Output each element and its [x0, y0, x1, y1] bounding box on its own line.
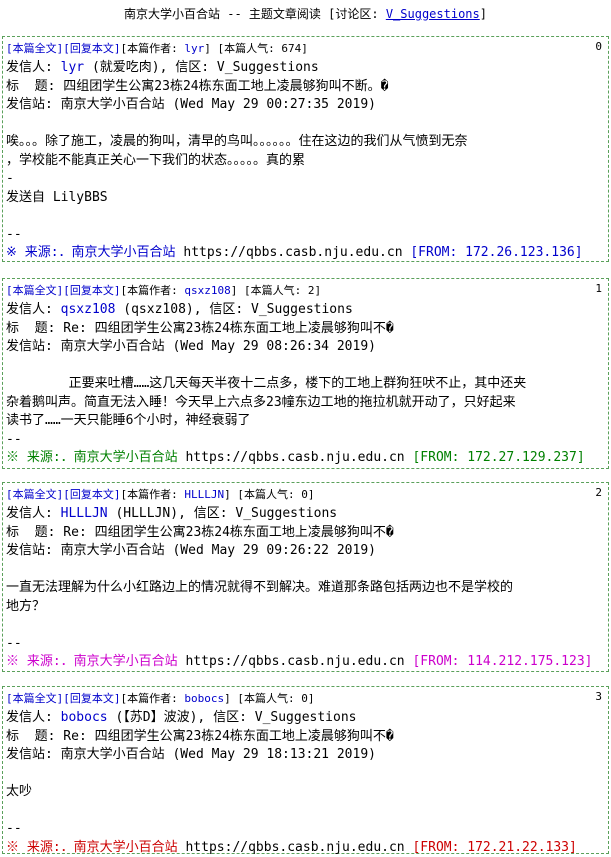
- post-title: 标 题: Re: 四组团学生公寓23栋24栋东面工地上凌晨够狗叫不�: [6, 524, 394, 540]
- sender-id-link[interactable]: lyr: [61, 60, 84, 75]
- post-body: 发信人: bobocs (【苏D】波波), 信区: V_Suggestions …: [6, 709, 602, 857]
- author-link[interactable]: bobocs: [184, 692, 224, 705]
- post-body: 发信人: HLLLJN (HLLLJN), 信区: V_Suggestions …: [6, 505, 602, 672]
- page-title-bar: 南京大学小百合站 -- 主题文章阅读 [讨论区: V_Suggestions]: [0, 0, 611, 28]
- source-url: https://qbbs.casb.nju.edu.cn: [183, 245, 403, 260]
- author-link[interactable]: qsxz108: [184, 284, 230, 297]
- post-station: 发信站: 南京大学小百合站 (Wed May 29 00:27:35 2019): [6, 97, 376, 112]
- author-label: [本篇作者:: [120, 284, 185, 297]
- popularity-count: 0: [301, 692, 308, 705]
- sender-info: (HLLLJN), 信区: V_Suggestions: [107, 506, 338, 521]
- post-content: 一直无法理解为什么小红路边上的情况就得不到解决。难道那条路包括两边也不是学校的 …: [6, 580, 514, 651]
- sender-id-link[interactable]: bobocs: [61, 710, 108, 725]
- full-text-link[interactable]: [本篇全文]: [6, 488, 63, 501]
- popularity-count: 674: [281, 42, 302, 55]
- sender-info: (就爱吃肉), 信区: V_Suggestions: [84, 60, 319, 75]
- post-body: 发信人: lyr (就爱吃肉), 信区: V_Suggestions 标 题: …: [6, 59, 602, 263]
- popularity-label: ] [本篇人气:: [224, 488, 302, 501]
- sender-id-link[interactable]: qsxz108: [61, 302, 116, 317]
- post-index: 3: [595, 690, 602, 703]
- post-header: [本篇全文][回复本文][本篇作者: lyr] [本篇人气: 674]: [6, 40, 308, 56]
- post-index: 1: [595, 282, 602, 295]
- popularity-end: ]: [314, 284, 322, 297]
- sender-label: 发信人:: [6, 60, 61, 75]
- post-title: 标 题: Re: 四组团学生公寓23栋24栋东面工地上凌晨够狗叫不�: [6, 728, 394, 744]
- source-label: ※ 来源:．南京大学小百合站: [6, 654, 186, 669]
- full-text-link[interactable]: [本篇全文]: [6, 42, 63, 55]
- post-index: 2: [595, 486, 602, 499]
- post-content: 太吵 --: [6, 784, 33, 836]
- sender-label: 发信人:: [6, 506, 61, 521]
- post-header: [本篇全文][回复本文][本篇作者: qsxz108] [本篇人气: 2]: [6, 282, 321, 298]
- author-label: [本篇作者:: [120, 488, 185, 501]
- post-body: 发信人: qsxz108 (qsxz108), 信区: V_Suggestion…: [6, 301, 602, 468]
- post-content: 唉。。。除了施工，凌晨的狗叫，清早的鸟叫。。。。。。住在这边的我们从气愤到无奈 …: [6, 134, 468, 242]
- source-url: https://qbbs.casb.nju.edu.cn: [185, 450, 405, 465]
- popularity-end: ]: [307, 692, 315, 705]
- sender-info: (qsxz108), 信区: V_Suggestions: [115, 302, 353, 317]
- source-url: https://qbbs.casb.nju.edu.cn: [185, 654, 405, 669]
- reply-link[interactable]: [回复本文]: [63, 284, 120, 297]
- author-label: [本篇作者:: [120, 692, 185, 705]
- page-title: 南京大学小百合站 -- 主题文章阅读 [讨论区:: [124, 7, 386, 21]
- board-link[interactable]: V_Suggestions: [386, 7, 480, 21]
- author-link[interactable]: lyr: [184, 42, 204, 55]
- sender-label: 发信人:: [6, 302, 61, 317]
- thread-post: [本篇全文][回复本文][本篇作者: bobocs] [本篇人气: 0] 3 发…: [0, 686, 611, 857]
- post-header: [本篇全文][回复本文][本篇作者: bobocs] [本篇人气: 0]: [6, 690, 315, 706]
- popularity-count: 0: [301, 488, 308, 501]
- popularity-end: ]: [301, 42, 308, 55]
- popularity-end: ]: [307, 488, 315, 501]
- post-frame: [本篇全文][回复本文][本篇作者: bobocs] [本篇人气: 0] 3 发…: [2, 686, 609, 857]
- source-ip: [FROM: 172.21.22.133]: [404, 839, 577, 855]
- sender-label: 发信人:: [6, 710, 61, 725]
- source-label: ※ 来源:．南京大学小百合站: [6, 839, 186, 855]
- popularity-label: ] [本篇人气:: [204, 42, 282, 55]
- full-text-link[interactable]: [本篇全文]: [6, 692, 63, 705]
- full-text-link[interactable]: [本篇全文]: [6, 284, 63, 297]
- reply-link[interactable]: [回复本文]: [63, 42, 120, 55]
- thread-post: [本篇全文][回复本文][本篇作者: lyr] [本篇人气: 674] 0 发信…: [0, 36, 611, 262]
- post-index: 0: [595, 40, 602, 53]
- page-title-suffix: ]: [479, 7, 487, 21]
- sender-id-link[interactable]: HLLLJN: [61, 506, 108, 521]
- thread-post: [本篇全文][回复本文][本篇作者: qsxz108] [本篇人气: 2] 1 …: [0, 278, 611, 469]
- popularity-label: ] [本篇人气:: [224, 692, 302, 705]
- post-station: 发信站: 南京大学小百合站 (Wed May 29 18:13:21 2019): [6, 747, 376, 762]
- author-label: [本篇作者:: [120, 42, 185, 55]
- source-url: https://qbbs.casb.nju.edu.cn: [185, 839, 405, 855]
- source-ip: [FROM: 172.27.129.237]: [404, 450, 585, 465]
- post-header: [本篇全文][回复本文][本篇作者: HLLLJN] [本篇人气: 0]: [6, 486, 315, 502]
- post-station: 发信站: 南京大学小百合站 (Wed May 29 08:26:34 2019): [6, 339, 376, 354]
- source-ip: [FROM: 172.26.123.136]: [402, 245, 583, 260]
- thread-post: [本篇全文][回复本文][本篇作者: HLLLJN] [本篇人气: 0] 2 发…: [0, 482, 611, 672]
- reply-link[interactable]: [回复本文]: [63, 488, 120, 501]
- post-title: 标 题: 四组团学生公寓23栋24栋东面工地上凌晨够狗叫不断。�: [6, 78, 389, 94]
- sender-info: (【苏D】波波), 信区: V_Suggestions: [107, 710, 357, 725]
- post-frame: [本篇全文][回复本文][本篇作者: HLLLJN] [本篇人气: 0] 2 发…: [2, 482, 609, 672]
- author-link[interactable]: HLLLJN: [184, 488, 224, 501]
- source-ip: [FROM: 114.212.175.123]: [404, 654, 593, 669]
- post-content: 正要来吐槽……这几天每天半夜十二点多，楼下的工地上群狗狂吠不止，其中还夹 杂着鹅…: [6, 376, 527, 447]
- post-station: 发信站: 南京大学小百合站 (Wed May 29 09:26:22 2019): [6, 543, 376, 558]
- source-label: ※ 来源:．南京大学小百合站: [6, 450, 186, 465]
- source-label: ※ 来源:．南京大学小百合站: [6, 245, 184, 260]
- post-frame: [本篇全文][回复本文][本篇作者: lyr] [本篇人气: 674] 0 发信…: [2, 36, 609, 262]
- reply-link[interactable]: [回复本文]: [63, 692, 120, 705]
- post-title: 标 题: Re: 四组团学生公寓23栋24栋东面工地上凌晨够狗叫不�: [6, 320, 394, 336]
- post-frame: [本篇全文][回复本文][本篇作者: qsxz108] [本篇人气: 2] 1 …: [2, 278, 609, 469]
- popularity-label: ] [本篇人气:: [230, 284, 308, 297]
